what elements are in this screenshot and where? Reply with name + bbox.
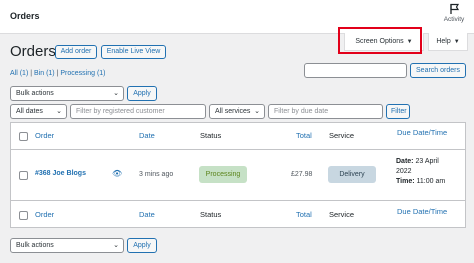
order-date: 3 mins ago (139, 171, 174, 178)
bulk-actions-value: Bulk actions (16, 90, 54, 97)
chevron-down-icon: ⌄ (254, 108, 260, 115)
separator: | (30, 70, 33, 77)
bulk-actions-value: Bulk actions (16, 242, 54, 249)
due-date-label: Date: (396, 158, 414, 165)
enable-live-view-button[interactable]: Enable Live View (101, 45, 166, 59)
service-badge: Delivery (328, 166, 376, 183)
caret-down-icon: ▼ (453, 39, 460, 45)
customer-filter-input[interactable]: Filter by registered customer (70, 104, 206, 119)
status-badge: Processing (199, 166, 247, 183)
due-date-value: 23 April (415, 158, 439, 165)
chevron-down-icon: ⌄ (113, 90, 119, 97)
bulk-actions-select-bottom[interactable]: Bulk actions ⌄ (10, 238, 124, 253)
top-bar-title: Orders (10, 11, 40, 21)
due-time-value: 11:00 am (416, 178, 446, 185)
bulk-actions-select[interactable]: Bulk actions ⌄ (10, 86, 124, 101)
due-date-time: Date: 23 April 2022 Time: 11:00 am (396, 157, 445, 187)
filter-processing-link[interactable]: Processing (1) (60, 70, 105, 77)
select-all-checkbox[interactable] (19, 132, 28, 141)
column-status-footer: Status (200, 210, 222, 219)
page-title: Orders (10, 43, 56, 60)
column-due-header[interactable]: Due Date/Time (397, 128, 447, 137)
services-select[interactable]: All services ⌄ (209, 104, 265, 119)
status-filter-links: All (1) | Bin (1) | Processing (1) (10, 70, 106, 77)
order-link[interactable]: #368 Joe Blogs (35, 170, 86, 177)
filter-bin-link[interactable]: Bin (1) (34, 70, 55, 77)
apply-button-bottom[interactable]: Apply (127, 238, 157, 253)
apply-button[interactable]: Apply (127, 86, 157, 101)
chevron-down-icon: ⌄ (56, 108, 62, 115)
search-orders-button[interactable]: Search orders (410, 63, 466, 78)
due-time-label: Time: (396, 178, 415, 185)
activity-button[interactable]: Activity (442, 3, 466, 23)
column-service-footer: Service (329, 210, 355, 219)
dates-value: All dates (16, 108, 43, 115)
flag-icon (449, 3, 459, 14)
chevron-down-icon: ⌄ (113, 242, 119, 249)
column-date-header[interactable]: Date (139, 131, 155, 140)
dates-select[interactable]: All dates ⌄ (10, 104, 67, 119)
column-total-header[interactable]: Total (296, 131, 312, 140)
add-order-button[interactable]: Add order (55, 45, 97, 59)
due-date-year: 2022 (396, 168, 412, 175)
column-due-footer[interactable]: Due Date/Time (397, 207, 447, 216)
preview-eye-icon[interactable]: 👁 (112, 169, 122, 178)
help-tab[interactable]: Help ▼ (428, 33, 468, 51)
screen-options-highlight (338, 27, 422, 54)
filter-all-link[interactable]: All (1) (10, 70, 28, 77)
due-date-filter-input[interactable]: Filter by due date (268, 104, 383, 119)
column-total-footer[interactable]: Total (296, 210, 312, 219)
order-total: £27.98 (291, 171, 313, 178)
orders-table: Order Date Status Total Service Due Date… (10, 122, 466, 228)
row-checkbox[interactable] (19, 171, 28, 180)
column-date-footer[interactable]: Date (139, 210, 155, 219)
select-all-checkbox-footer[interactable] (19, 211, 28, 220)
services-value: All services (215, 108, 251, 115)
divider (11, 149, 465, 150)
column-order-footer[interactable]: Order (35, 210, 54, 219)
column-status-header: Status (200, 131, 222, 140)
separator: | (56, 70, 59, 77)
help-label: Help (436, 38, 451, 45)
column-order-header[interactable]: Order (35, 131, 54, 140)
column-service-header: Service (329, 131, 355, 140)
search-orders-input[interactable] (304, 63, 407, 78)
activity-label: Activity (443, 16, 465, 23)
filter-button[interactable]: Filter (386, 104, 410, 119)
divider (11, 200, 465, 201)
